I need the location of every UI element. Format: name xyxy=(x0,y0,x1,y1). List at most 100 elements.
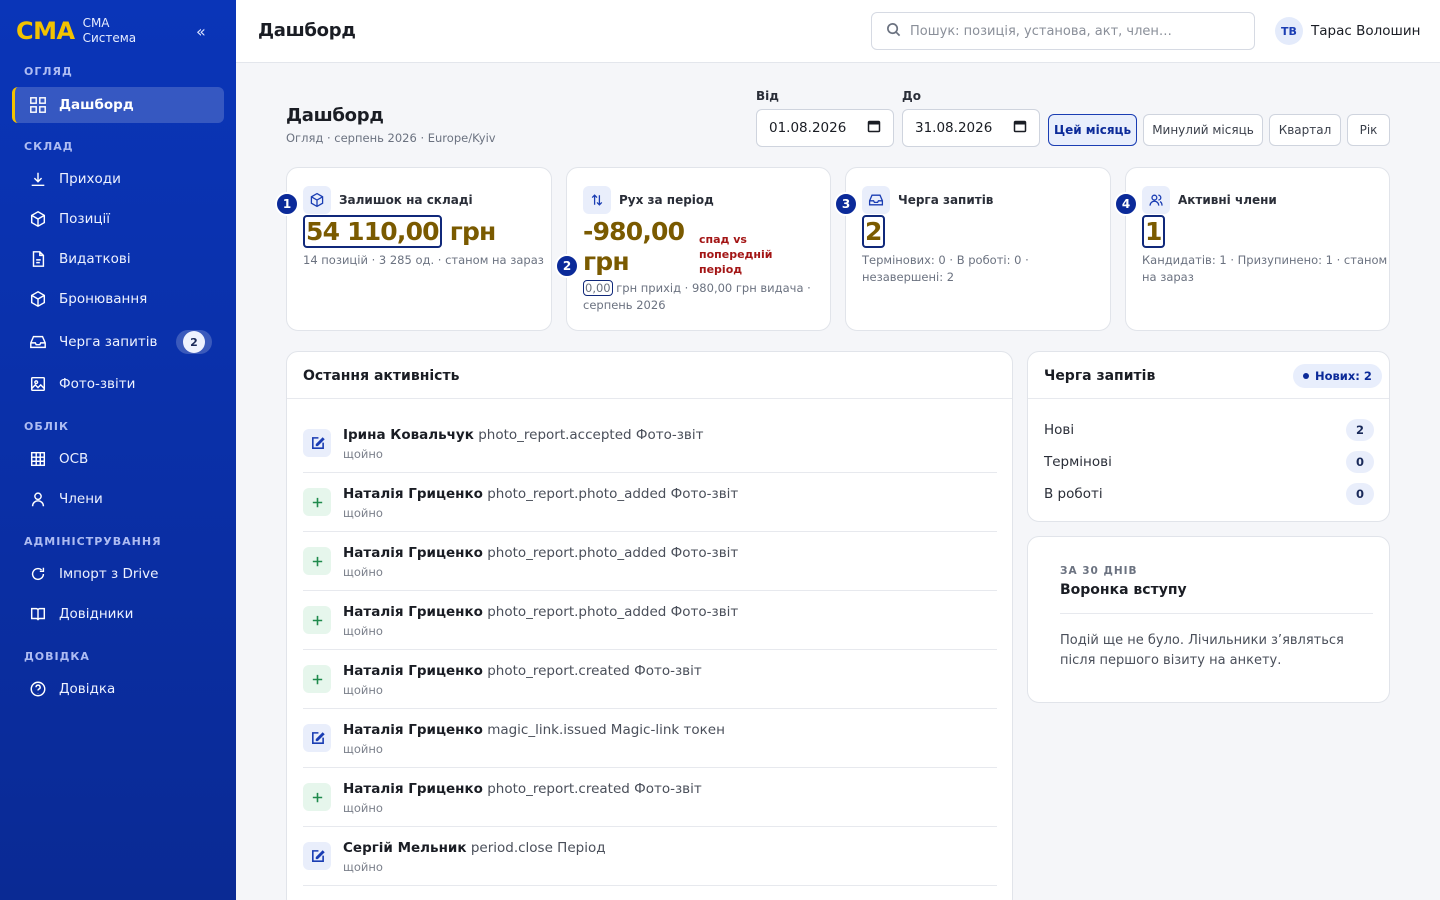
brand[interactable]: CMA СМА Система xyxy=(16,16,136,46)
annotation-marker-4: 4 xyxy=(1114,192,1138,216)
date-from-label: Від xyxy=(756,89,779,103)
activity-actor: Наталія Гриценко xyxy=(343,604,483,620)
activity-row[interactable]: Наталія Гриценко photo_report.photo_adde… xyxy=(303,473,997,532)
activity-time: щойно xyxy=(343,506,383,520)
sidebar-item-expenses[interactable]: Видаткові xyxy=(12,241,224,277)
topbar-title: Дашборд xyxy=(258,20,356,41)
sidebar-item-positions[interactable]: Позиції xyxy=(12,201,224,237)
page-title: Дашборд xyxy=(286,105,384,126)
activity-text: Наталія Гриценко photo_report.photo_adde… xyxy=(343,604,738,620)
search-box[interactable] xyxy=(871,12,1255,50)
sidebar-item-label: ОСВ xyxy=(59,451,89,467)
edit-icon xyxy=(303,724,331,752)
activity-row[interactable]: Наталія Гриценко photo_report.created Фо… xyxy=(303,768,997,827)
sidebar-item-help[interactable]: Довідка xyxy=(12,671,224,707)
activity-action: photo_report.created Фото-звіт xyxy=(487,781,702,797)
date-from-input[interactable]: 01.08.2026 xyxy=(756,109,894,147)
user-menu[interactable]: ТВ Тарас Волошин xyxy=(1275,17,1420,45)
table-icon xyxy=(28,449,48,469)
sidebar-item-members[interactable]: Члени xyxy=(12,481,224,517)
plus-icon xyxy=(303,783,331,811)
section-title-warehouse: СКЛАД xyxy=(24,140,74,153)
kpi-header: Залишок на складі xyxy=(303,186,473,214)
activity-text: Наталія Гриценко photo_report.created Фо… xyxy=(343,781,702,797)
kpi-card-stock[interactable]: Залишок на складі 54 110,00 грн 14 позиц… xyxy=(286,167,552,331)
activity-action: magic_link.issued Magic-link токен xyxy=(487,722,725,738)
date-to-input[interactable]: 31.08.2026 xyxy=(902,109,1040,147)
kpi-header: Черга запитів xyxy=(862,186,993,214)
activity-action: photo_report.photo_added Фото-звіт xyxy=(487,486,739,502)
activity-panel: Остання активність Ірина Ковальчук photo… xyxy=(286,351,1013,900)
activity-text: Наталія Гриценко photo_report.created Фо… xyxy=(343,663,702,679)
sidebar-item-osv[interactable]: ОСВ xyxy=(12,441,224,477)
period-this-month-button[interactable]: Цей місяць xyxy=(1048,114,1137,146)
funnel-panel: ЗА 30 ДНІВ Воронка вступу Подій ще не бу… xyxy=(1027,536,1390,703)
avatar: ТВ xyxy=(1275,17,1303,45)
activity-time: щойно xyxy=(343,801,383,815)
kpi-meta: Кандидатів: 1 · Призупинено: 1 · станом н… xyxy=(1142,253,1388,284)
kpi-card-movement[interactable]: Рух за період -980,00 грн спад vs поперед… xyxy=(566,167,831,331)
funnel-period: ЗА 30 ДНІВ xyxy=(1060,565,1138,577)
kpi-meta: Термінових: 0 · В роботі: 0 · незавершені… xyxy=(862,253,1029,284)
activity-text: Ірина Ковальчук photo_report.accepted Фо… xyxy=(343,427,704,443)
grid-icon xyxy=(28,95,48,115)
sidebar-item-dashboard[interactable]: Дашборд xyxy=(12,87,224,123)
kpi-label: Рух за період xyxy=(619,193,714,207)
brand-logo: CMA xyxy=(16,17,75,45)
activity-row[interactable]: Наталія Гриценко photo_report.photo_adde… xyxy=(303,532,997,591)
search-input[interactable] xyxy=(910,23,1240,39)
sidebar-item-bookings[interactable]: Бронювання xyxy=(12,281,224,317)
activity-row[interactable]: Наталія Гриценко photo_report.created Фо… xyxy=(303,650,997,709)
activity-row[interactable]: Сергій Мельник period.close Період щойно xyxy=(303,827,997,886)
collapse-sidebar-icon[interactable]: « xyxy=(196,22,206,41)
queue-row-new[interactable]: Нові 2 xyxy=(1044,418,1374,442)
activity-text: Сергій Мельник period.close Період xyxy=(343,840,606,856)
activity-time: щойно xyxy=(343,565,383,579)
kpi-card-members[interactable]: Активні члени 1 Кандидатів: 1 · Призупин… xyxy=(1125,167,1390,331)
brand-subtitle: СМА Система xyxy=(82,16,137,45)
period-quarter-button[interactable]: Квартал xyxy=(1269,114,1341,146)
sidebar-item-references[interactable]: Довідники xyxy=(12,596,224,632)
plus-icon xyxy=(303,665,331,693)
section-title-accounting: ОБЛІК xyxy=(24,420,69,433)
section-title-administration: АДМІНІСТРУВАННЯ xyxy=(24,535,162,548)
sidebar-item-request-queue[interactable]: Черга запитів 2 xyxy=(12,324,224,360)
sidebar-item-drive-import[interactable]: Імпорт з Drive xyxy=(12,556,224,592)
kpi-value: 54 110,00 грн xyxy=(303,215,496,248)
queue-row-urgent[interactable]: Термінові 0 xyxy=(1044,450,1374,474)
queue-row-in-progress[interactable]: В роботі 0 xyxy=(1044,482,1374,506)
kpi-header: Активні члени xyxy=(1142,186,1277,214)
document-icon xyxy=(28,249,48,269)
activity-row[interactable]: Наталія Гриценко magic_link.issued Magic… xyxy=(303,709,997,768)
activity-text: Наталія Гриценко magic_link.issued Magic… xyxy=(343,722,725,738)
activity-action: photo_report.photo_added Фото-звіт xyxy=(487,604,739,620)
image-icon xyxy=(28,374,48,394)
activity-action: period.close Період xyxy=(470,840,606,856)
activity-time: щойно xyxy=(343,624,383,638)
help-icon xyxy=(28,679,48,699)
sidebar-item-photo-reports[interactable]: Фото-звіти xyxy=(12,366,224,402)
dot-icon xyxy=(1303,373,1309,379)
sidebar-item-label: Приходи xyxy=(59,171,121,187)
kpi-value: -980,00 грн xyxy=(583,217,685,276)
sidebar-item-label: Позиції xyxy=(59,211,111,227)
sidebar-item-label: Довідники xyxy=(59,606,134,622)
funnel-empty-text: Подій ще не було. Лічильники з’являться … xyxy=(1060,633,1344,668)
annotation-marker-3: 3 xyxy=(834,192,858,216)
request-count-badge: 2 xyxy=(176,330,212,354)
calendar-icon[interactable] xyxy=(1013,119,1027,137)
activity-row[interactable]: Ірина Ковальчук photo_report.accepted Фо… xyxy=(303,414,997,473)
activity-actor: Ірина Ковальчук xyxy=(343,427,474,443)
period-last-month-button[interactable]: Минулий місяць xyxy=(1143,114,1263,146)
activity-time: щойно xyxy=(343,683,383,697)
sidebar-item-receipts[interactable]: Приходи xyxy=(12,161,224,197)
kpi-label: Активні члени xyxy=(1178,193,1277,207)
page-subtitle: Огляд · серпень 2026 · Europe/Kyiv xyxy=(286,131,496,145)
calendar-icon[interactable] xyxy=(867,119,881,137)
kpi-card-requests[interactable]: Черга запитів 2 Термінових: 0 · В роботі… xyxy=(845,167,1111,331)
activity-row[interactable]: Наталія Гриценко photo_report.photo_adde… xyxy=(303,591,997,650)
activity-action: photo_report.created Фото-звіт xyxy=(487,663,702,679)
search-icon xyxy=(886,22,901,41)
sidebar-item-label: Фото-звіти xyxy=(59,376,136,392)
period-year-button[interactable]: Рік xyxy=(1347,114,1390,146)
